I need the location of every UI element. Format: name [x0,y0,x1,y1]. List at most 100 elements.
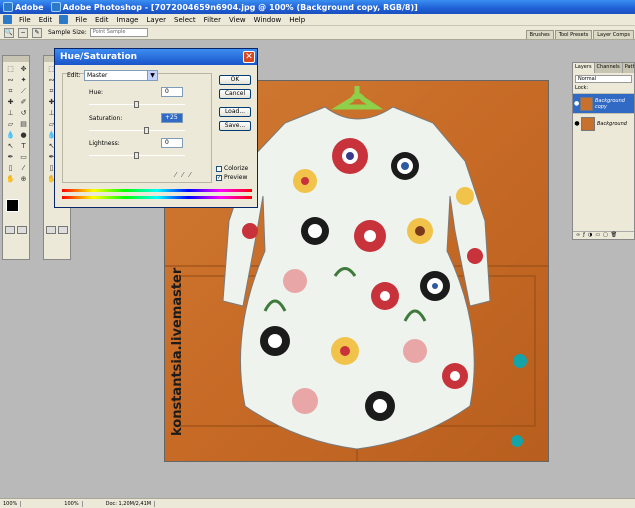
edit-channel-select[interactable]: Master ▼ [84,70,158,81]
saturation-slider-track[interactable] [89,130,185,131]
sample-size-label: Sample Size: [48,29,87,36]
toolbox-primary: ⬚ ✥ ∾ ✦ ⌗ ⟋ ✚ ✐ ⊥ ↺ ▱ ▤ 💧 ● ↖ T ✒ ▭ ▯ ⁄ … [2,55,30,260]
menu-edit-2[interactable]: Edit [91,16,113,24]
folder-icon[interactable]: ▭ [595,232,600,239]
lock-label: Lock: [575,85,589,91]
app-icon [3,2,13,12]
marquee-tool-icon[interactable]: ⬚ [5,64,16,74]
eyedropper-plus-icon[interactable]: ⁄ [182,171,183,179]
zoom-tool-icon[interactable]: 🔍 [4,27,14,38]
eraser-tool-icon[interactable]: ▱ [5,119,16,129]
move-tool-icon[interactable]: ✥ [18,64,29,74]
spectrum-bar-top [62,189,252,192]
lightness-slider-thumb[interactable] [134,152,139,159]
saturation-label: Saturation: [89,115,123,122]
adjustment-icon[interactable]: ◑ [588,232,592,239]
magic-wand-tool-icon[interactable]: ✦ [18,75,29,85]
eyedropper-tool-icon[interactable]: ✎ [32,27,42,38]
menu-file-2[interactable]: File [71,16,91,24]
trash-icon[interactable]: 🗑 [611,232,617,239]
menu-layer[interactable]: Layer [143,16,171,24]
options-bar: 🔍 − ✎ Sample Size: Point Sample Brushes … [0,26,635,40]
slice-tool-icon[interactable]: ⟋ [18,86,29,96]
gradient-tool-icon[interactable]: ▤ [18,119,29,129]
tab-layers[interactable]: Layers [573,63,595,73]
menu-view[interactable]: View [225,16,250,24]
new-layer-icon[interactable]: ▢ [603,232,608,239]
menu-filter[interactable]: Filter [200,16,225,24]
hue-saturation-dialog: Hue/Saturation ✕ Edit: Master ▼ Hue: 0 S… [54,48,258,208]
menu-app-icon-2[interactable] [59,15,69,24]
fx-icon[interactable]: ƒ [583,232,585,239]
tab-channels[interactable]: Channels [595,63,623,73]
eye-icon[interactable]: ● [573,100,580,107]
crop-tool-icon[interactable]: ⌗ [5,86,16,96]
lightness-field[interactable]: 0 [161,138,183,148]
history-brush-icon[interactable]: ↺ [18,108,29,118]
menu-image[interactable]: Image [113,16,143,24]
cancel-button[interactable]: Cancel [219,89,251,99]
blur-tool-icon[interactable]: 💧 [5,130,16,140]
zoom-out-icon[interactable]: − [18,27,28,38]
notes-tool-icon[interactable]: ▯ [5,163,16,173]
hand-tool-icon[interactable]: ✋ [5,174,16,184]
stamp-tool-icon[interactable]: ⊥ [5,108,16,118]
layer-name: Background [597,120,627,127]
healing-tool-icon[interactable]: ✚ [5,97,16,107]
menu-edit[interactable]: Edit [35,16,57,24]
hue-saturation-titlebar[interactable]: Hue/Saturation ✕ [55,49,257,65]
colorize-box[interactable] [216,165,222,172]
colorize-checkbox[interactable]: Colorize [216,165,248,172]
load-button[interactable]: Load... [219,107,251,117]
sample-size-select[interactable]: Point Sample [89,28,148,37]
menu-window[interactable]: Window [250,16,286,24]
save-button[interactable]: Save... [219,121,251,131]
dodge-tool-icon[interactable]: ● [18,130,29,140]
layer-row[interactable]: ● Background [573,113,634,133]
standard-mode-icon[interactable] [5,226,15,234]
preview-checkbox[interactable]: ✓ Preview [216,174,247,181]
type-tool-icon[interactable]: T [18,141,29,151]
hue-field[interactable]: 0 [161,87,183,97]
foreground-color-swatch[interactable] [6,199,19,212]
dock-tab-tool-presets[interactable]: Tool Presets [554,30,593,39]
adjustment-group [62,73,212,183]
standard-mode-icon-2[interactable] [46,226,56,234]
app-icon-2 [50,2,61,12]
brush-tool-icon[interactable]: ✐ [18,97,29,107]
saturation-slider-thumb[interactable] [143,127,149,134]
saturation-field[interactable]: +25 [161,113,183,123]
quickmask-mode-icon-2[interactable] [58,226,68,234]
layer-row[interactable]: ● Background copy [573,93,634,113]
menubar: File Edit File Edit Image Layer Select F… [0,14,635,26]
eyedropper-icon-a[interactable]: ⁄ [175,171,176,179]
chevron-down-icon[interactable]: ▼ [147,71,157,80]
eye-icon[interactable]: ● [573,120,581,127]
tab-paths[interactable]: Paths [623,63,634,73]
zoom-level-1[interactable]: 100% [0,500,22,507]
lightness-label: Lightness: [89,140,120,147]
close-icon[interactable]: ✕ [243,51,255,63]
eyedropper-icon[interactable]: ⁄ [18,163,29,173]
dock-tab-brushes[interactable]: Brushes [525,30,554,39]
preview-box[interactable]: ✓ [216,174,222,181]
zoom-icon[interactable]: ⊕ [18,174,29,184]
eyedropper-minus-icon[interactable]: ⁄ [189,171,190,179]
lasso-tool-icon[interactable]: ∾ [5,75,16,85]
statusbar: 100% 100% Doc: 1,20M/2,41M [0,498,635,508]
menu-help[interactable]: Help [285,16,309,24]
path-select-icon[interactable]: ↖ [5,141,16,151]
menu-select[interactable]: Select [170,16,200,24]
link-icon[interactable]: ∞ [576,232,580,239]
menu-file[interactable]: File [15,16,35,24]
edit-label: Edit: [67,72,81,79]
quickmask-mode-icon[interactable] [17,226,27,234]
dock-tab-layer-comps[interactable]: Layer Comps [593,30,634,39]
pen-tool-icon[interactable]: ✒ [5,152,16,162]
menu-app-icon[interactable] [3,15,12,24]
zoom-level-2[interactable]: 100% [61,500,83,507]
hue-slider-thumb[interactable] [134,101,139,108]
blend-mode-select[interactable]: Normal [575,75,632,83]
ok-button[interactable]: OK [219,75,251,85]
shape-tool-icon[interactable]: ▭ [18,152,29,162]
